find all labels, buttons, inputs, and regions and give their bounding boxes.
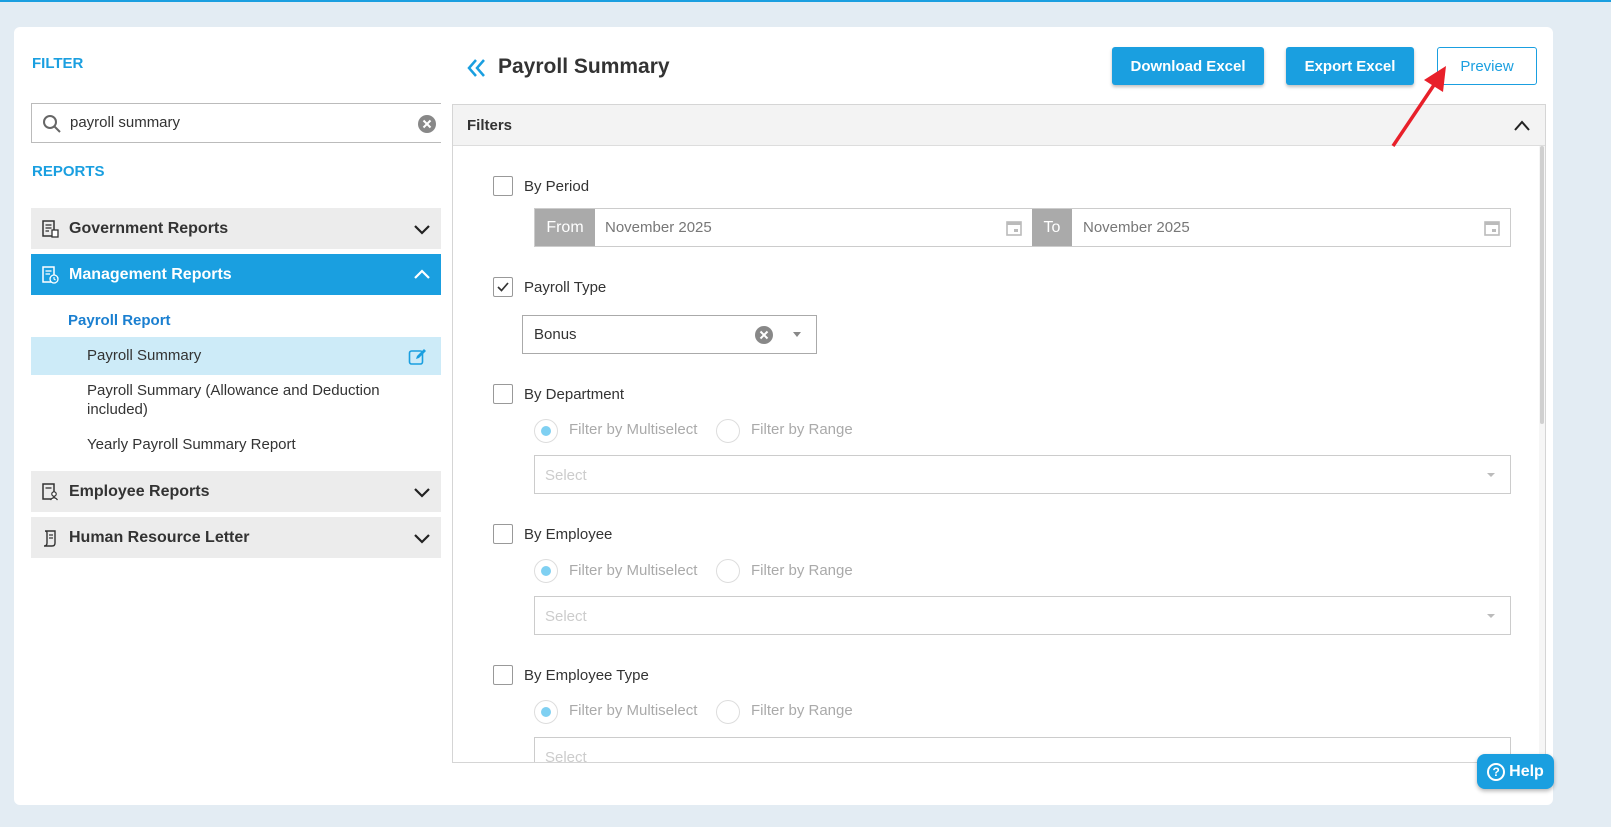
employee-report-icon — [42, 482, 58, 500]
calendar-icon[interactable] — [1483, 219, 1501, 237]
menu-item-payroll-summary-allowance[interactable]: Payroll Summary (Allowance and Deduction… — [31, 381, 445, 421]
department-range-radio[interactable] — [716, 419, 740, 443]
group-employee-reports[interactable]: Employee Reports — [31, 471, 445, 512]
group-label: Management Reports — [69, 265, 232, 283]
chevron-down-icon — [414, 534, 430, 544]
caret-down-icon[interactable] — [791, 331, 803, 339]
menu-item-label: Payroll Summary (Allowance and Deduction… — [87, 382, 380, 418]
filter-label: FILTER — [32, 55, 84, 72]
by-employee-checkbox[interactable] — [493, 524, 513, 544]
top-accent-line — [0, 0, 1611, 2]
by-period-checkbox[interactable] — [493, 176, 513, 196]
subheading-payroll-report[interactable]: Payroll Report — [68, 312, 396, 338]
department-multiselect-radio[interactable] — [534, 419, 558, 443]
menu-item-label: Yearly Payroll Summary Report — [87, 436, 296, 453]
radio-label: Filter by Range — [751, 702, 853, 719]
double-chevron-left-icon[interactable] — [466, 57, 488, 79]
radio-label: Filter by Multiselect — [569, 702, 698, 719]
by-period-label: By Period — [524, 178, 590, 195]
help-label: Help — [1509, 762, 1544, 780]
employee-range-radio[interactable] — [716, 559, 740, 583]
chevron-down-icon — [414, 225, 430, 235]
chevron-down-icon — [414, 488, 430, 498]
from-date-input[interactable]: November 2025 — [605, 219, 712, 236]
radio-label: Filter by Range — [751, 421, 853, 438]
radio-label: Filter by Multiselect — [569, 421, 698, 438]
reports-label: REPORTS — [32, 163, 105, 180]
employee-multiselect-radio[interactable] — [534, 559, 558, 583]
employee-type-range-radio[interactable] — [716, 700, 740, 724]
search-value: payroll summary — [70, 114, 181, 131]
chevron-up-icon — [414, 269, 430, 279]
search-input[interactable]: payroll summary — [31, 103, 448, 143]
by-employee-label: By Employee — [524, 526, 613, 543]
caret-down-icon — [1487, 614, 1495, 618]
employee-type-select[interactable]: Select — [534, 737, 1511, 763]
department-select[interactable]: Select — [534, 455, 1511, 494]
select-placeholder: Select — [545, 749, 587, 763]
payroll-type-value: Bonus — [534, 326, 577, 343]
payroll-type-select[interactable]: Bonus — [522, 315, 817, 354]
filters-scrollbar[interactable] — [1539, 146, 1545, 762]
group-label: Employee Reports — [69, 482, 210, 500]
report-clock-icon — [42, 265, 59, 284]
clear-icon[interactable] — [754, 325, 774, 345]
group-human-resource-letter[interactable]: Human Resource Letter — [31, 517, 445, 558]
edit-icon[interactable] — [408, 347, 428, 367]
group-management-reports[interactable]: Management Reports — [31, 254, 445, 295]
page-title: Payroll Summary — [498, 55, 670, 78]
filters-title: Filters — [467, 117, 513, 134]
by-department-label: By Department — [524, 386, 625, 403]
to-addon: To — [1032, 209, 1072, 246]
search-icon — [43, 115, 61, 133]
period-range: From November 2025 To November 2025 — [534, 208, 1511, 247]
filters-panel: Filters By Period From November 2025 To … — [452, 104, 1546, 763]
select-placeholder: Select — [545, 467, 587, 484]
caret-down-icon — [1487, 473, 1495, 477]
download-excel-button[interactable]: Download Excel — [1112, 47, 1264, 85]
calendar-icon[interactable] — [1005, 219, 1023, 237]
help-button[interactable]: ? Help — [1477, 754, 1554, 789]
group-label: Human Resource Letter — [69, 528, 250, 546]
radio-label: Filter by Multiselect — [569, 562, 698, 579]
payroll-type-checkbox[interactable] — [493, 277, 513, 297]
menu-item-label: Payroll Summary — [87, 347, 202, 364]
employee-type-multiselect-radio[interactable] — [534, 700, 558, 724]
menu-item-payroll-summary[interactable]: Payroll Summary — [31, 337, 445, 375]
by-employee-type-checkbox[interactable] — [493, 665, 513, 685]
scrollbar-thumb[interactable] — [1540, 146, 1544, 424]
by-employee-type-label: By Employee Type — [524, 667, 649, 684]
select-placeholder: Select — [545, 608, 587, 625]
report-sidebar: FILTER payroll summary REPORTS Governmen… — [14, 27, 452, 805]
from-addon: From — [535, 209, 595, 246]
help-icon: ? — [1487, 762, 1506, 781]
to-date-input[interactable]: November 2025 — [1083, 219, 1190, 236]
menu-item-yearly-payroll-summary[interactable]: Yearly Payroll Summary Report — [31, 436, 445, 458]
checkmark-icon — [497, 282, 509, 292]
filters-header[interactable]: Filters — [453, 105, 1545, 146]
group-government-reports[interactable]: Government Reports — [31, 208, 445, 249]
letter-icon — [43, 529, 56, 547]
chevron-up-icon[interactable] — [1513, 117, 1531, 135]
report-content-panel: Payroll Summary Download Excel Export Ex… — [441, 27, 1553, 805]
radio-label: Filter by Range — [751, 562, 853, 579]
annotation-arrow-icon — [1391, 66, 1446, 147]
payroll-type-label: Payroll Type — [524, 279, 607, 296]
employee-select[interactable]: Select — [534, 596, 1511, 635]
group-label: Government Reports — [69, 219, 229, 237]
clear-search-icon[interactable] — [417, 114, 437, 134]
report-icon — [42, 219, 59, 238]
by-department-checkbox[interactable] — [493, 384, 513, 404]
